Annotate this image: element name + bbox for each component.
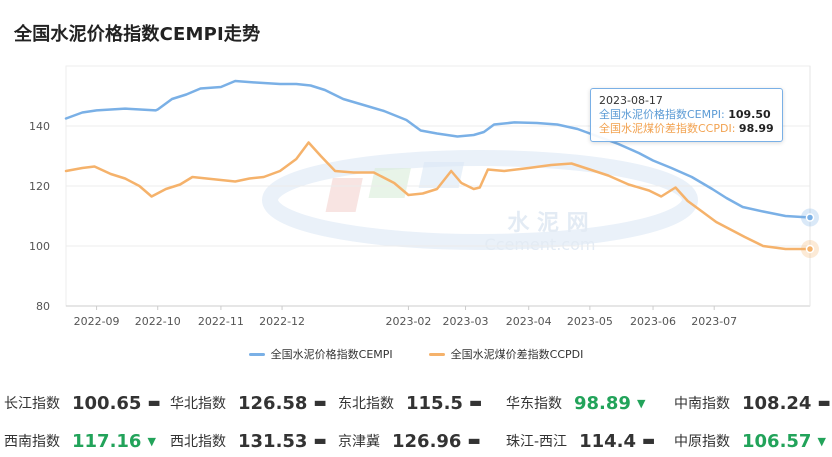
trend-flat-icon: ▬ xyxy=(313,433,327,449)
region-name: 中原指数 xyxy=(674,434,730,450)
watermark-text: 水 泥 网 xyxy=(507,211,588,236)
region-name: 京津冀 xyxy=(338,434,380,450)
region-item[interactable]: 长江指数 100.65 ▬ xyxy=(4,387,161,419)
trend-flat-icon: ▬ xyxy=(642,433,656,449)
region-name: 华北指数 xyxy=(170,396,226,412)
tooltip-ccpdi-value: 98.99 xyxy=(738,122,774,135)
region-item[interactable]: 华北指数 126.58 ▬ xyxy=(170,387,327,419)
chart-tooltip: 2023-08-17 全国水泥价格指数CEMPI: 109.50 全国水泥煤价差… xyxy=(590,88,783,142)
tooltip-cempi-label: 全国水泥价格指数CEMPI: xyxy=(599,108,725,121)
legend-item-ccpdi[interactable]: 全国水泥煤价差指数CCPDI xyxy=(428,344,584,364)
region-name: 中南指数 xyxy=(674,396,730,412)
tooltip-cempi-value: 109.50 xyxy=(728,108,771,121)
region-index-grid: 长江指数 100.65 ▬ 华北指数 126.58 ▬ 东北指数 115.5 ▬… xyxy=(0,385,832,455)
region-value: 131.53 xyxy=(238,430,308,452)
y-tick-label: 80 xyxy=(36,300,50,313)
region-item[interactable]: 中南指数 108.24 ▬ xyxy=(674,387,831,419)
hover-marker xyxy=(805,244,815,254)
region-value: 98.89 xyxy=(574,392,631,414)
trend-down-icon: ▼ xyxy=(147,434,156,448)
region-value: 114.4 xyxy=(579,430,636,452)
region-item[interactable]: 京津冀 126.96 ▬ xyxy=(338,425,481,457)
legend-label-cempi: 全国水泥价格指数CEMPI xyxy=(270,348,393,361)
region-value: 106.57 xyxy=(742,430,812,452)
region-name: 西南指数 xyxy=(4,434,60,450)
legend-swatch-cempi xyxy=(248,352,265,356)
trend-flat-icon: ▬ xyxy=(817,395,831,411)
region-value: 126.58 xyxy=(238,392,308,414)
x-tick-label: 2022-10 xyxy=(135,315,181,328)
legend-item-cempi[interactable]: 全国水泥价格指数CEMPI xyxy=(248,344,393,364)
region-name: 东北指数 xyxy=(338,396,394,412)
x-tick-label: 2023-04 xyxy=(506,315,552,328)
region-name: 珠江-西江 xyxy=(506,434,568,450)
region-item[interactable]: 中原指数 106.57 ▼ xyxy=(674,425,826,457)
x-tick-label: 2023-02 xyxy=(385,315,431,328)
y-tick-label: 140 xyxy=(29,120,50,133)
x-tick-label: 2022-12 xyxy=(259,315,305,328)
legend-label-ccpdi: 全国水泥煤价差指数CCPDI xyxy=(450,348,584,361)
trend-down-icon: ▼ xyxy=(636,396,646,410)
region-name: 西北指数 xyxy=(170,434,226,450)
watermark-url: Ccement.com xyxy=(485,235,596,254)
trend-flat-icon: ▬ xyxy=(468,395,483,411)
chart-legend: 全国水泥价格指数CEMPI 全国水泥煤价差指数CCPDI xyxy=(0,344,832,364)
region-value: 100.65 xyxy=(72,392,142,414)
tooltip-ccpdi-label: 全国水泥煤价差指数CCPDI: xyxy=(599,122,736,135)
x-tick-label: 2022-09 xyxy=(74,315,120,328)
region-item[interactable]: 西南指数 117.16 ▼ xyxy=(4,425,156,457)
region-item[interactable]: 华东指数 98.89 ▼ xyxy=(506,387,645,419)
region-value: 126.96 xyxy=(392,430,462,452)
legend-swatch-ccpdi xyxy=(428,352,445,356)
trend-flat-icon: ▬ xyxy=(313,395,327,411)
region-value: 108.24 xyxy=(742,392,812,414)
region-value: 115.5 xyxy=(406,392,463,414)
region-name: 华东指数 xyxy=(506,396,562,412)
hover-marker xyxy=(805,213,815,222)
trend-flat-icon: ▬ xyxy=(467,433,481,449)
region-name: 长江指数 xyxy=(4,396,60,412)
trend-flat-icon: ▬ xyxy=(147,395,161,411)
y-tick-label: 100 xyxy=(29,240,50,253)
y-tick-label: 120 xyxy=(29,180,50,193)
region-value: 117.16 xyxy=(72,430,142,452)
x-tick-label: 2023-05 xyxy=(567,315,613,328)
x-tick-label: 2023-06 xyxy=(630,315,676,328)
x-tick-label: 2023-07 xyxy=(691,315,737,328)
x-tick-label: 2023-03 xyxy=(443,315,489,328)
region-item[interactable]: 珠江-西江 114.4 ▬ xyxy=(506,425,655,457)
region-item[interactable]: 东北指数 115.5 ▬ xyxy=(338,387,482,419)
region-item[interactable]: 西北指数 131.53 ▬ xyxy=(170,425,327,457)
trend-down-icon: ▼ xyxy=(817,434,826,448)
chart-title: 全国水泥价格指数CEMPI走势 xyxy=(14,24,261,45)
x-tick-label: 2022-11 xyxy=(198,315,244,328)
tooltip-date: 2023-08-17 xyxy=(599,94,663,107)
